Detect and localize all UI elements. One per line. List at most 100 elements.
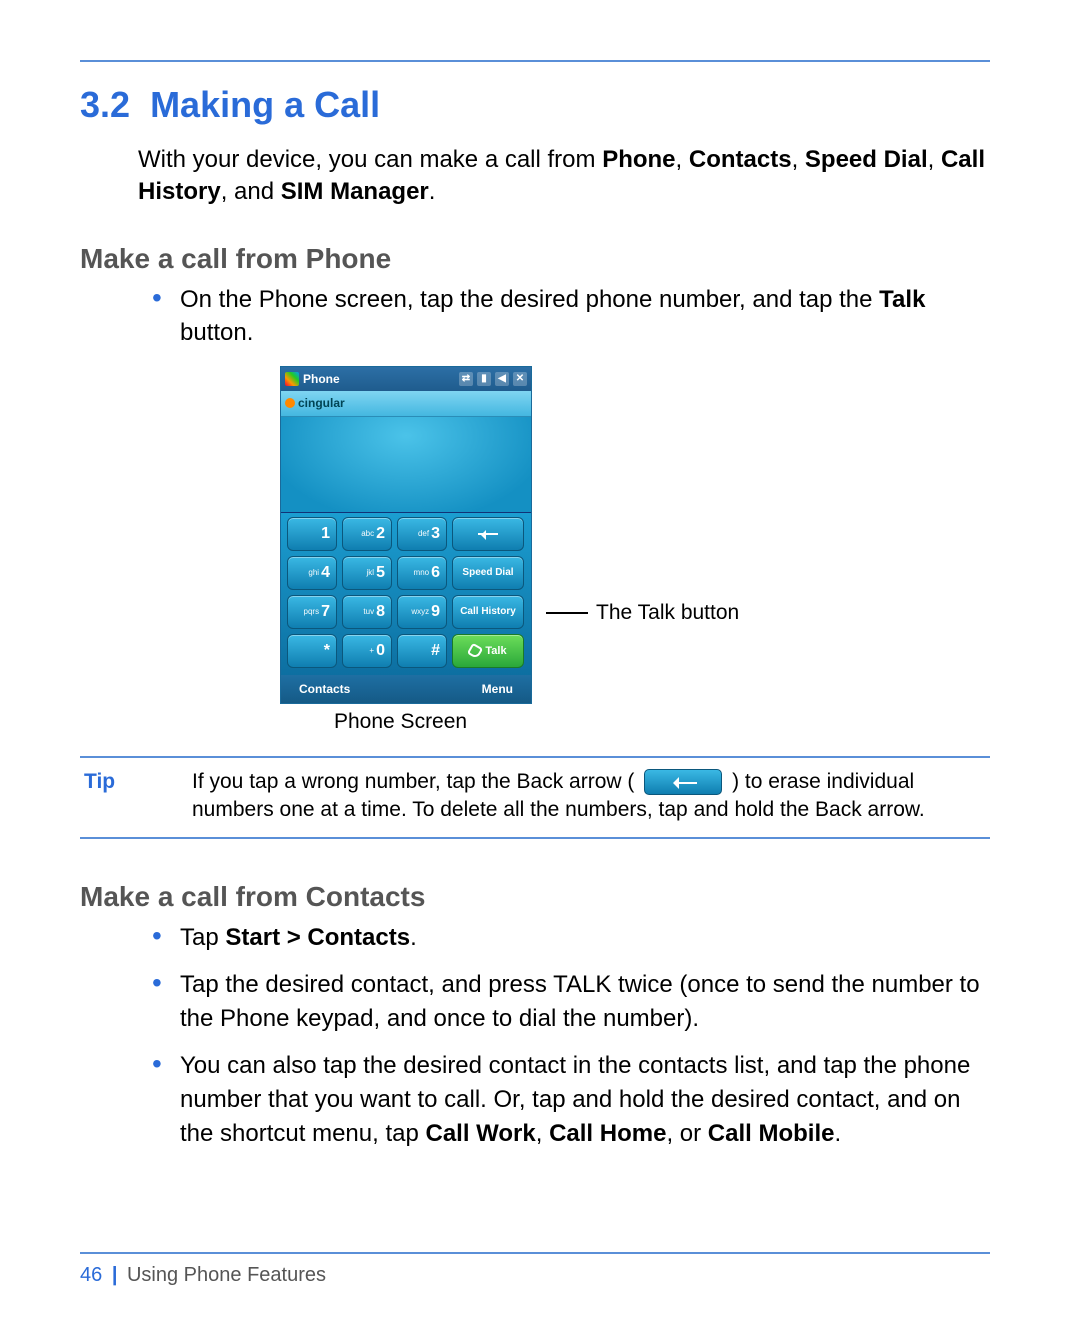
page-number: 46 xyxy=(80,1264,102,1286)
key-big: 7 xyxy=(321,603,330,621)
softkey-menu[interactable]: Menu xyxy=(482,682,513,696)
key-6[interactable]: mno6 xyxy=(397,556,447,590)
phone-titlebar-text: Phone xyxy=(303,372,459,386)
key-big: 3 xyxy=(431,525,440,543)
callout-line xyxy=(546,612,588,614)
intro-text: With your device, you can make a call fr… xyxy=(138,146,602,173)
carrier-name: cingular xyxy=(298,396,345,410)
intro-sep: , xyxy=(676,146,689,173)
key-big: 2 xyxy=(376,525,385,543)
key-big: 8 xyxy=(376,603,385,621)
bullet-text: button. xyxy=(180,319,253,346)
key-hash[interactable]: # xyxy=(397,634,447,668)
bullets-contacts: Tap Start > Contacts. Tap the desired co… xyxy=(152,921,990,1151)
section-number: 3.2 xyxy=(80,84,130,125)
top-rule xyxy=(80,60,990,62)
key-pre: def xyxy=(418,529,429,538)
intro-bold-phone: Phone xyxy=(602,146,675,173)
tip-body: If you tap a wrong number, tap the Back … xyxy=(192,768,990,825)
key-star[interactable]: * xyxy=(287,634,337,668)
key-2[interactable]: abc2 xyxy=(342,517,392,551)
key-9[interactable]: wxyz9 xyxy=(397,595,447,629)
key-pre: wxyz xyxy=(411,607,429,616)
bullet-bold: Start > Contacts xyxy=(225,924,410,951)
chapter-name: Using Phone Features xyxy=(127,1264,326,1286)
phone-screen-image: Phone ⇄ ▮ ◀ ✕ cingular 1 abc2 def3 xyxy=(280,366,532,704)
subheading-phone: Make a call from Phone xyxy=(80,243,990,275)
bullet-bold-talk: Talk xyxy=(879,286,925,313)
key-pre: mno xyxy=(414,568,430,577)
footer-rule xyxy=(80,1252,990,1254)
bullets-phone: On the Phone screen, tap the desired pho… xyxy=(152,283,990,350)
bullet-text: On the Phone screen, tap the desired pho… xyxy=(180,286,879,313)
key-speeddial[interactable]: Speed Dial xyxy=(452,556,524,590)
section-title-text: Making a Call xyxy=(150,84,380,125)
section-heading: 3.2 Making a Call xyxy=(80,84,990,126)
key-3[interactable]: def3 xyxy=(397,517,447,551)
sync-icon: ⇄ xyxy=(459,372,473,386)
callout-text: The Talk button xyxy=(596,601,739,625)
key-big: * xyxy=(324,642,330,660)
intro-paragraph: With your device, you can make a call fr… xyxy=(138,144,990,209)
intro-bold-speeddial: Speed Dial xyxy=(805,146,928,173)
intro-sep: , and xyxy=(221,178,281,205)
phone-titlebar: Phone ⇄ ▮ ◀ ✕ xyxy=(281,367,531,391)
intro-bold-simmanager: SIM Manager xyxy=(281,178,429,205)
bullet-text: , or xyxy=(666,1120,707,1147)
key-0[interactable]: +0 xyxy=(342,634,392,668)
talk-label: Talk xyxy=(485,645,506,657)
key-8[interactable]: tuv8 xyxy=(342,595,392,629)
key-big: 6 xyxy=(431,564,440,582)
subheading-contacts: Make a call from Contacts xyxy=(80,881,990,913)
bullet-bold: Call Home xyxy=(549,1120,666,1147)
key-pre: pqrs xyxy=(304,607,320,616)
key-pre: abc xyxy=(361,529,374,538)
key-talk[interactable]: Talk xyxy=(452,634,524,668)
key-big: 1 xyxy=(321,525,330,543)
back-arrow-inline-icon xyxy=(644,769,722,795)
key-pre: + xyxy=(369,646,374,655)
key-big: 0 xyxy=(376,642,385,660)
footer-separator: | xyxy=(112,1264,118,1286)
softkey-contacts[interactable]: Contacts xyxy=(299,682,350,696)
key-big: # xyxy=(431,642,440,660)
bullet-bold: Call Mobile xyxy=(708,1120,835,1147)
phone-number-display xyxy=(281,417,531,513)
intro-sep: , xyxy=(928,146,941,173)
list-item: Tap Start > Contacts. xyxy=(152,921,990,955)
key-7[interactable]: pqrs7 xyxy=(287,595,337,629)
volume-icon: ◀ xyxy=(495,372,509,386)
bullet-text: , xyxy=(536,1120,549,1147)
list-item: Tap the desired contact, and press TALK … xyxy=(152,968,990,1035)
carrier-logo-icon xyxy=(285,398,295,408)
key-big: 5 xyxy=(376,564,385,582)
key-pre: tuv xyxy=(363,607,374,616)
signal-icon: ▮ xyxy=(477,372,491,386)
key-5[interactable]: jkl5 xyxy=(342,556,392,590)
phone-status-icons: ⇄ ▮ ◀ ✕ xyxy=(459,372,527,386)
phone-handset-icon xyxy=(467,643,483,659)
close-icon: ✕ xyxy=(513,372,527,386)
page-footer: 46 | Using Phone Features xyxy=(80,1252,990,1287)
key-callhistory[interactable]: Call History xyxy=(452,595,524,629)
key-4[interactable]: ghi4 xyxy=(287,556,337,590)
list-item: On the Phone screen, tap the desired pho… xyxy=(152,283,990,350)
list-item: You can also tap the desired contact in … xyxy=(152,1049,990,1150)
phone-softkey-bar: Contacts Menu xyxy=(281,675,531,703)
talk-callout: The Talk button xyxy=(546,601,739,625)
intro-sep: , xyxy=(792,146,805,173)
bullet-text: Tap the desired contact, and press TALK … xyxy=(180,971,980,1032)
key-big: 4 xyxy=(321,564,330,582)
key-1[interactable]: 1 xyxy=(287,517,337,551)
phone-keypad: 1 abc2 def3 ghi4 jkl5 mno6 Speed Dial pq… xyxy=(281,513,531,675)
start-flag-icon xyxy=(285,372,299,386)
intro-bold-contacts: Contacts xyxy=(689,146,792,173)
phone-screenshot-row: Phone ⇄ ▮ ◀ ✕ cingular 1 abc2 def3 xyxy=(280,366,990,704)
tip-block: Tip If you tap a wrong number, tap the B… xyxy=(80,756,990,839)
phone-carrier-bar: cingular xyxy=(281,391,531,417)
phone-caption: Phone Screen xyxy=(334,710,990,734)
key-backspace[interactable] xyxy=(452,517,524,551)
intro-sep: . xyxy=(429,178,436,205)
bullet-text: Tap xyxy=(180,924,225,951)
key-pre: jkl xyxy=(367,568,375,577)
